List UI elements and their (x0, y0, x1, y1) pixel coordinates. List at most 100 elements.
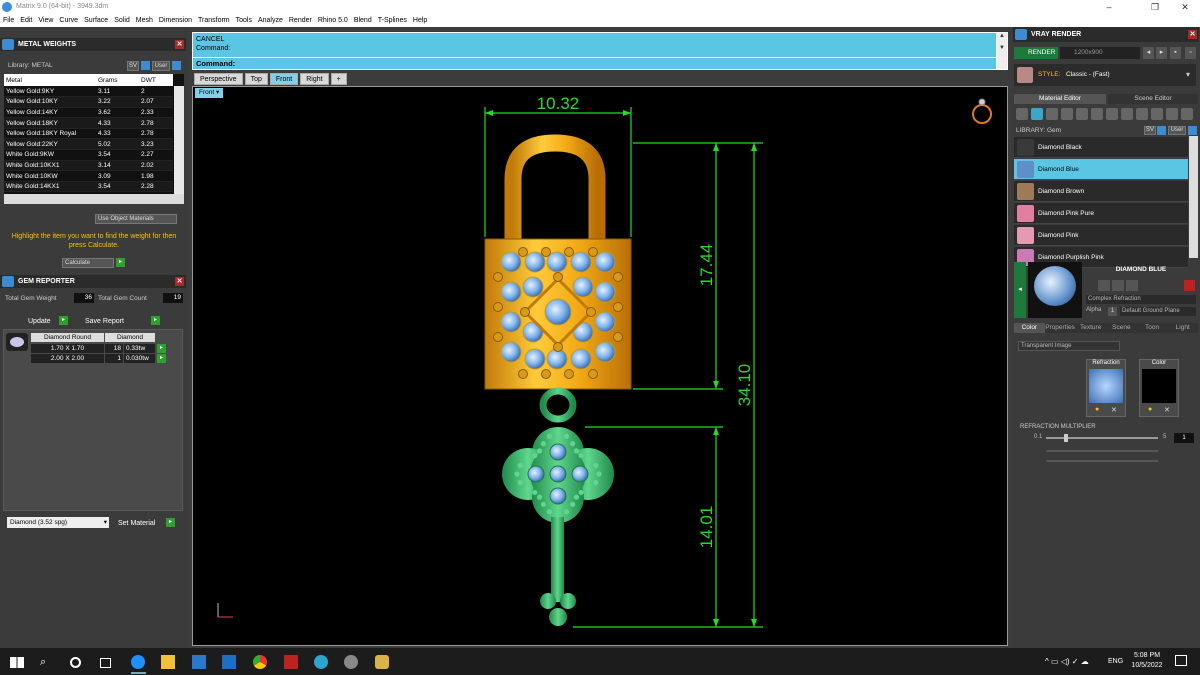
preview-toggle[interactable]: ◂ (1014, 262, 1026, 318)
calculate-button[interactable]: Calculate (62, 258, 114, 268)
next-icon[interactable]: ▸ (1156, 47, 1167, 59)
table-row[interactable]: Yellow Gold:10KY 3.22 2.07 (4, 96, 173, 108)
calculate-go-icon[interactable]: ▸ (116, 258, 125, 267)
viewport-label[interactable]: Front ▾ (195, 88, 224, 98)
close-panel-icon[interactable]: ✕ (1188, 30, 1197, 39)
maximize-icon[interactable]: ❐ (1140, 0, 1170, 14)
sphere-icon[interactable] (1046, 108, 1058, 120)
table-row[interactable]: Yellow Gold:18KY Royal 4.33 2.78 (4, 128, 173, 140)
menu-item[interactable]: Edit (17, 14, 35, 27)
chrome-icon[interactable] (253, 655, 267, 669)
material-item[interactable]: Diamond Black (1014, 137, 1188, 158)
collapse-icon[interactable]: ▫ (1185, 47, 1196, 59)
table-row[interactable]: Yellow Gold:22KY 5.02 3.23 (4, 138, 173, 151)
sv-button[interactable]: SV (1144, 126, 1156, 135)
sv-toggle[interactable] (141, 61, 150, 70)
tab-right[interactable]: Right (300, 73, 329, 85)
command-scrollbar[interactable]: ▲ ▼ (997, 33, 1007, 69)
menu-item[interactable]: Curve (56, 14, 81, 27)
cortana-icon[interactable] (70, 657, 81, 668)
matrix-icon[interactable] (314, 655, 328, 669)
refraction-multiplier-slider[interactable]: 0.1 5 1 (1022, 433, 1196, 443)
bucket-icon[interactable] (1151, 108, 1163, 120)
tab-add[interactable]: + (330, 73, 347, 85)
material-item[interactable]: Diamond Blue (1014, 159, 1188, 180)
menu-item[interactable]: Tools (233, 14, 255, 27)
rhino-icon[interactable] (344, 655, 358, 669)
subtab-properties[interactable]: Properties (1044, 323, 1076, 333)
task-view-icon[interactable] (100, 658, 111, 668)
material-list-scrollbar[interactable] (1189, 136, 1198, 258)
gem-row-select-icon[interactable]: ▸ (157, 344, 166, 353)
table-row[interactable]: White Gold:10KW 3.09 1.98 (4, 170, 173, 182)
set-material-go-icon[interactable]: ▸ (166, 518, 175, 527)
material-item[interactable]: Diamond Pink Pure (1014, 203, 1188, 224)
save-report-button[interactable]: Save Report (85, 318, 124, 325)
edit-icon[interactable]: ● (1095, 406, 1099, 413)
style-row[interactable]: STYLE: Classic - (Fast) ▾ (1014, 64, 1196, 86)
menu-item[interactable]: Rhino 5.0 (315, 14, 351, 27)
language-indicator[interactable]: ENG (1108, 658, 1123, 665)
color-slot[interactable]: Color ● ✕ (1139, 359, 1179, 417)
file-explorer-icon[interactable] (161, 655, 175, 669)
close-panel-icon[interactable]: ✕ (175, 277, 184, 286)
front-viewport[interactable]: 10.32 17.44 34.10 14.01 (192, 86, 1008, 646)
paint-icon[interactable] (1166, 108, 1178, 120)
close-panel-icon[interactable]: ✕ (175, 40, 184, 49)
previous-icon[interactable]: ◂ (1143, 47, 1154, 59)
dots-icon[interactable] (1106, 108, 1118, 120)
subtab-color[interactable]: Color (1014, 323, 1045, 333)
menu-item[interactable]: Surface (81, 14, 111, 27)
menu-item[interactable]: Blend (351, 14, 375, 27)
table-row[interactable]: White Gold:10KX1 3.14 2.02 (4, 160, 173, 172)
close-icon[interactable]: ✕ (1170, 0, 1200, 14)
notification-icon[interactable] (1175, 655, 1187, 666)
menu-item[interactable]: Dimension (156, 14, 195, 27)
ring-preview-icon[interactable] (1126, 280, 1138, 291)
sv-button[interactable]: SV (127, 61, 139, 71)
app-gold-icon[interactable] (375, 655, 389, 669)
metal-table-scrollbar[interactable] (174, 86, 184, 204)
slider-value[interactable]: 1 (1174, 433, 1194, 443)
windows-start-icon[interactable] (10, 657, 24, 668)
material-select[interactable]: Diamond (3.52 spg) ▾ (7, 517, 109, 528)
save-report-go-icon[interactable]: ▸ (151, 316, 160, 325)
col-grams[interactable]: Grams (96, 74, 139, 86)
store-icon[interactable] (192, 655, 206, 669)
menu-item[interactable]: Help (410, 14, 430, 27)
tab-perspective[interactable]: Perspective (194, 73, 243, 85)
clock-date[interactable]: 10/5/2022 (1126, 662, 1168, 669)
subtab-toon[interactable]: Toon (1136, 323, 1168, 333)
table-row[interactable]: White Gold:9KW 3.54 2.27 (4, 149, 173, 161)
grid-icon[interactable] (1112, 280, 1124, 291)
menu-item[interactable]: Transform (195, 14, 233, 27)
menu-item[interactable]: Solid (111, 14, 133, 27)
menu-item[interactable]: Analyze (255, 14, 286, 27)
resolution-field[interactable]: 1200x900 (1060, 47, 1140, 59)
render-button[interactable]: RENDER (1014, 47, 1058, 59)
table-row[interactable]: White Gold:14KX1 3.54 2.28 (4, 181, 173, 193)
checker-icon[interactable] (1121, 108, 1133, 120)
transparent-mode-select[interactable]: Transparent Image (1018, 341, 1120, 351)
slider-thumb[interactable] (1064, 434, 1068, 442)
tab-scene-editor[interactable]: Scene Editor (1108, 94, 1198, 104)
remove-icon[interactable]: ✕ (1111, 406, 1117, 414)
reset-icon[interactable] (1184, 280, 1195, 291)
user-button[interactable]: User (1168, 126, 1186, 135)
square-icon[interactable] (1061, 108, 1073, 120)
subtab-scene[interactable]: Scene (1106, 323, 1137, 333)
search-icon[interactable]: ⌕ (40, 655, 54, 669)
tab-top[interactable]: Top (244, 73, 268, 85)
table-row[interactable]: Yellow Gold:14KY 3.62 2.33 (4, 107, 173, 119)
tray-icons[interactable]: ^ ▭ ◁) ✓ ☁ (1045, 657, 1089, 666)
menu-item[interactable]: Render (286, 14, 315, 27)
user-toggle[interactable] (172, 61, 181, 70)
refraction-slot[interactable]: Refraction ● ✕ (1086, 359, 1126, 417)
edge-icon[interactable] (131, 655, 145, 669)
minimize-icon[interactable]: – (1094, 0, 1124, 14)
drop-icon[interactable] (1016, 108, 1028, 120)
material-item[interactable]: Diamond Brown (1014, 181, 1188, 202)
sphere-icon[interactable] (1098, 280, 1110, 291)
table-row[interactable]: Yellow Gold:9KY 3.11 2 (4, 86, 173, 98)
material-item[interactable]: Diamond Pink (1014, 225, 1188, 246)
